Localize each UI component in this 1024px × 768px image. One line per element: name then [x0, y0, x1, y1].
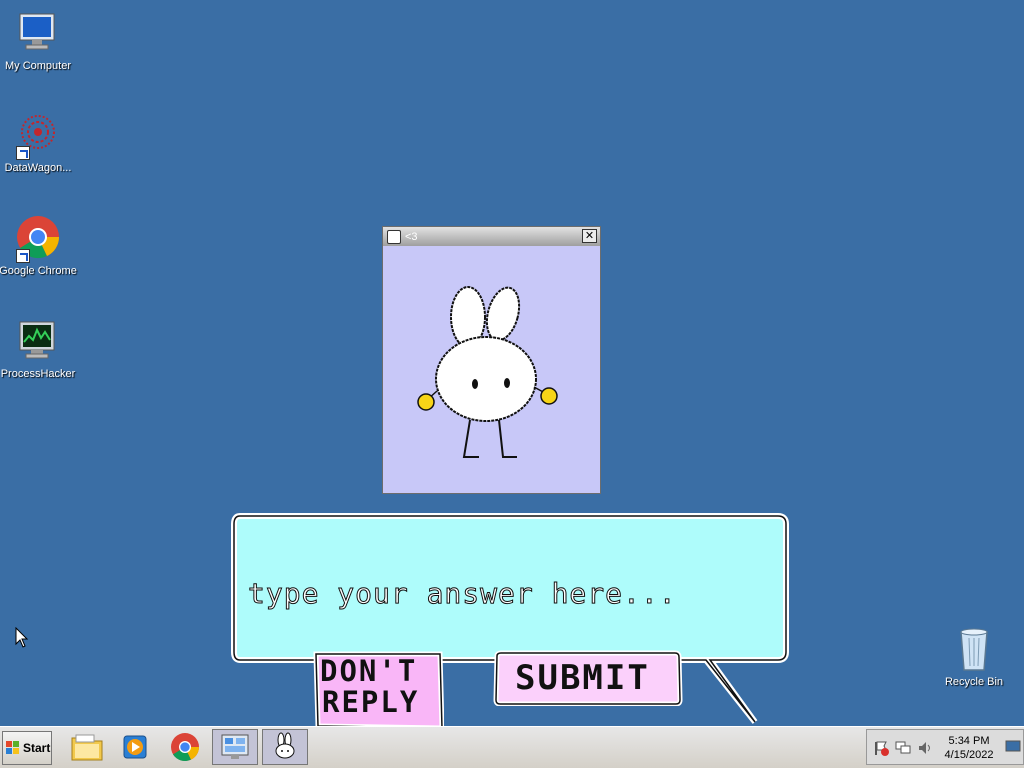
process-hacker-icon: [14, 318, 62, 366]
desktop-icon-label: Google Chrome: [0, 265, 77, 277]
show-desktop-icon[interactable]: [1005, 740, 1021, 754]
media-player-icon: [123, 735, 147, 759]
window-titlebar[interactable]: <3 ✕: [383, 227, 600, 246]
desktop-icon-recycle-bin[interactable]: Recycle Bin: [934, 626, 1014, 689]
mouse-cursor-icon: [15, 627, 29, 648]
network-icon[interactable]: [895, 740, 911, 756]
system-tray: 5:34 PM 4/15/2022: [866, 729, 1024, 765]
datawagon-icon: [14, 112, 62, 160]
taskbar-file-explorer[interactable]: [64, 729, 110, 765]
chrome-icon: [14, 215, 62, 263]
bunny-app-icon: [275, 732, 295, 759]
recycle-bin-icon: [950, 626, 998, 674]
start-button[interactable]: Start: [2, 731, 52, 765]
windows-logo-icon: [6, 741, 20, 755]
taskbar-bunny-app[interactable]: [262, 729, 308, 765]
shortcut-arrow-icon: [16, 146, 30, 160]
desktop-icon-label: My Computer: [4, 60, 72, 72]
submit-button[interactable]: SUBMIT: [493, 650, 683, 706]
answer-input[interactable]: [230, 510, 786, 660]
bunny-illustration: [417, 286, 558, 458]
taskbar-chrome[interactable]: [162, 729, 208, 765]
volume-icon[interactable]: [917, 740, 933, 756]
start-label: Start: [23, 741, 51, 755]
dont-reply-button[interactable]: DON'T REPLY: [312, 650, 444, 730]
action-center-flag-icon[interactable]: [873, 740, 889, 756]
computer-icon: [14, 10, 62, 58]
desktop-icon-google-chrome[interactable]: Google Chrome: [0, 215, 78, 278]
taskbar-media-player[interactable]: [112, 729, 158, 765]
window-title: <3: [405, 230, 418, 243]
chrome-icon: [171, 733, 200, 762]
close-button[interactable]: ✕: [582, 229, 597, 243]
submit-label: SUBMIT: [515, 658, 650, 698]
dont-reply-label-line1: DON'T: [320, 654, 418, 688]
desktop-icon-label: DataWagon...: [4, 162, 72, 174]
taskbar: Start 5:34 PM 4/15/2022: [0, 726, 1024, 768]
taskbar-control-panel[interactable]: [212, 729, 258, 765]
clock-time: 5:34 PM: [948, 735, 990, 747]
clock[interactable]: 5:34 PM 4/15/2022: [941, 734, 997, 762]
desktop-icon-label: Recycle Bin: [944, 676, 1004, 688]
desktop-icon-processhacker[interactable]: ProcessHacker: [0, 318, 78, 381]
desktop-icon-label: ProcessHacker: [0, 368, 76, 380]
control-panel-icon: [221, 734, 249, 759]
shortcut-arrow-icon: [16, 249, 30, 263]
dont-reply-label-line2: REPLY: [322, 685, 420, 719]
desktop-icon-my-computer[interactable]: My Computer: [0, 10, 78, 73]
desktop-icon-datawagon[interactable]: DataWagon...: [0, 112, 78, 175]
bunny-app-icon: [387, 229, 401, 244]
clock-date: 4/15/2022: [944, 749, 994, 761]
bunny-window: <3 ✕: [382, 226, 601, 494]
file-explorer-icon: [71, 734, 103, 761]
answer-bubble: DON'T REPLY SUBMIT: [230, 510, 790, 730]
